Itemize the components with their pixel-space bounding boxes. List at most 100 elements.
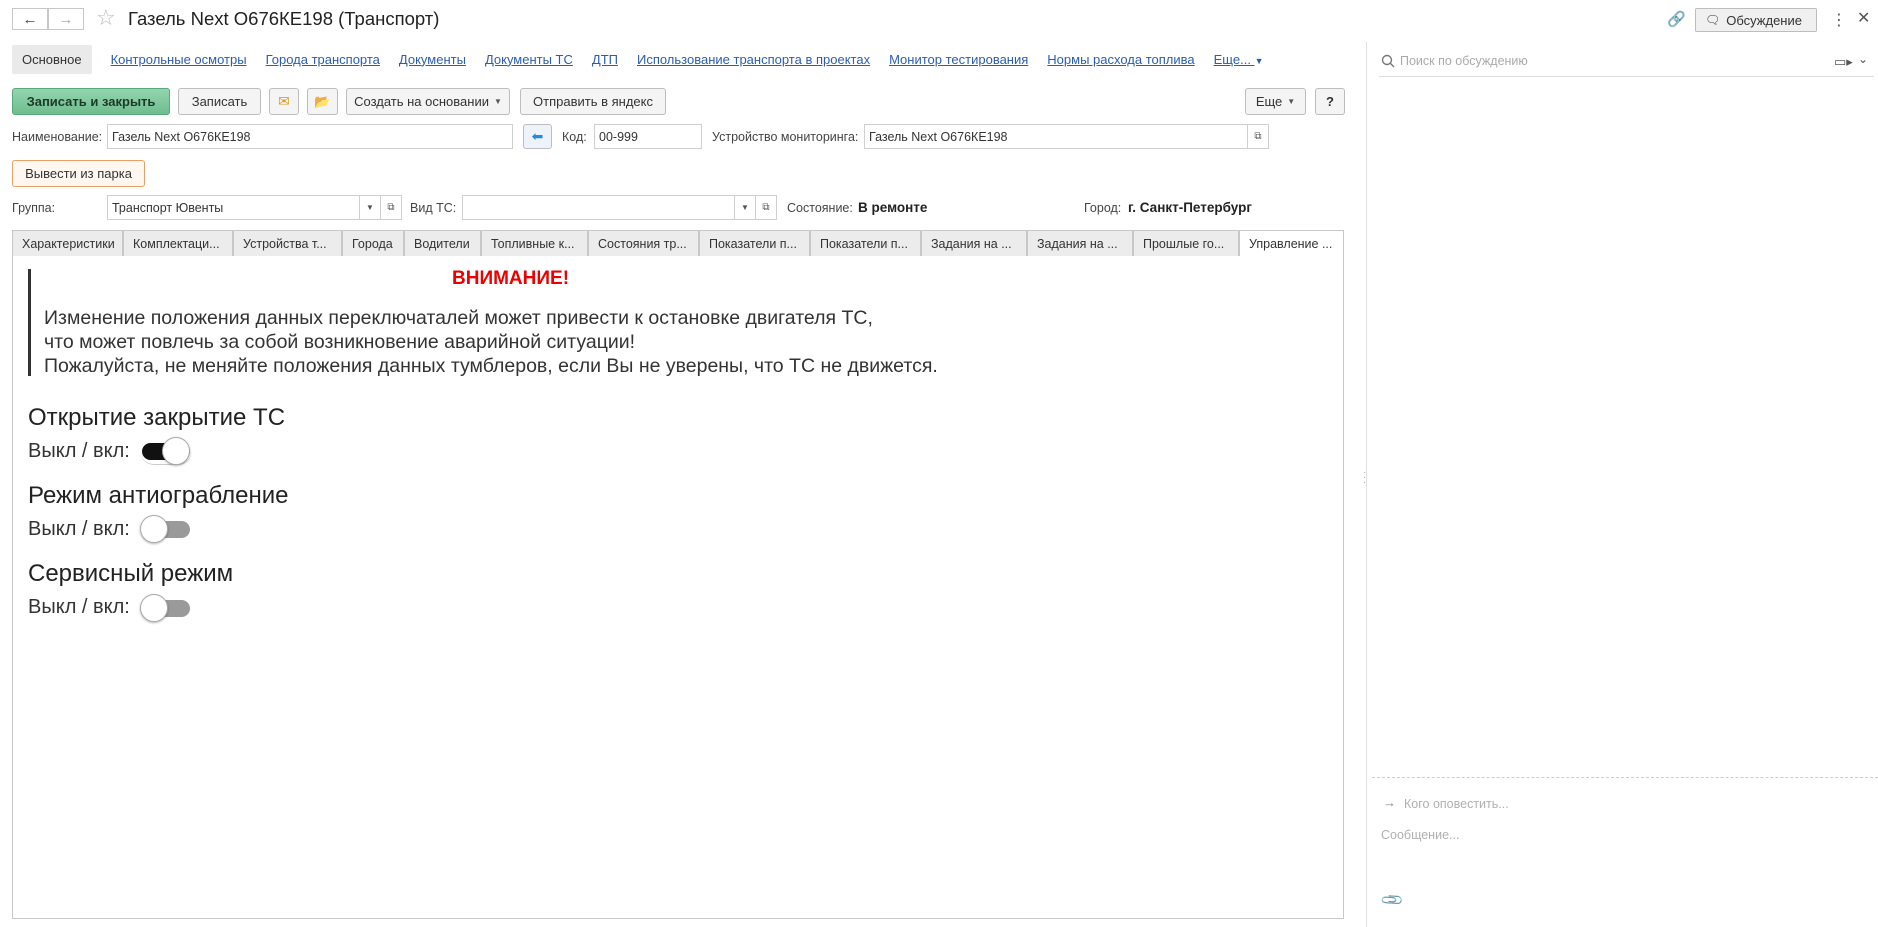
arrow-right-icon: → <box>1383 795 1396 810</box>
section-link[interactable]: Документы <box>399 52 466 67</box>
state-value: В ремонте <box>858 200 928 215</box>
name-label: Наименование: <box>12 130 103 144</box>
back-button[interactable]: ← <box>12 8 48 30</box>
device-field[interactable]: Газель Next О676КЕ198 <box>864 124 1248 149</box>
paperclip-icon[interactable]: 📎 <box>1379 887 1405 913</box>
type-field[interactable] <box>462 195 736 220</box>
tab-devices[interactable]: Устройства т... <box>233 230 342 257</box>
tab-bar: Характеристики Комплектаци... Устройства… <box>12 230 1344 257</box>
switch-label: Выкл / вкл: <box>28 596 130 618</box>
chevron-down-icon: ▼ <box>1287 97 1296 106</box>
tab-fuel-cards[interactable]: Топливные к... <box>481 230 588 257</box>
remove-from-park-button[interactable]: Вывести из парка <box>12 160 145 187</box>
chevron-down-icon: ▼ <box>366 203 374 212</box>
tab-tasks-1[interactable]: Задания на ... <box>921 230 1027 257</box>
toggle-knob <box>140 594 168 622</box>
send-yandex-button[interactable]: Отправить в яндекс <box>520 88 666 115</box>
create-based-label: Создать на основании <box>354 94 489 109</box>
section-link[interactable]: Документы ТС <box>485 52 573 67</box>
help-button[interactable]: ? <box>1315 88 1345 115</box>
video-icon[interactable]: ▭▸ <box>1834 54 1853 70</box>
warning-line: Пожалуйста, не меняйте положения данных … <box>44 355 938 377</box>
more-button[interactable]: Еще ▼ <box>1245 88 1306 115</box>
section-bar: Основное Контрольные осмотры Города тран… <box>12 44 1263 74</box>
toggle-open-close[interactable] <box>140 437 192 465</box>
tab-transport-states[interactable]: Состояния тр... <box>588 230 699 257</box>
vertical-dots-icon[interactable]: ⋮ <box>1831 10 1847 30</box>
chevron-down-icon: ▼ <box>493 97 502 106</box>
notify-input[interactable]: Кого оповестить... <box>1404 797 1509 811</box>
search-underline <box>1379 76 1874 77</box>
forward-button[interactable]: → <box>48 8 84 30</box>
state-label: Состояние: <box>787 201 853 215</box>
arrow-right-blue-icon: ⬅ <box>531 128 544 144</box>
tab-equipment[interactable]: Комплектаци... <box>123 230 233 257</box>
mail-button[interactable]: ✉ <box>269 88 299 115</box>
warning-line: Изменение положения данных переключатале… <box>44 307 873 329</box>
arrow-action-button[interactable]: ⬅ <box>523 124 552 149</box>
group-label: Группа: <box>12 201 56 215</box>
section-link[interactable]: Монитор тестирования <box>889 52 1028 67</box>
send-yandex-label: Отправить в яндекс <box>533 94 653 109</box>
warning-line: что может повлечь за собой возникновение… <box>44 331 636 353</box>
tab-cities[interactable]: Города <box>342 230 404 257</box>
close-icon[interactable]: ✕ <box>1857 8 1870 28</box>
section-more-link[interactable]: Еще... ▼ <box>1214 52 1264 67</box>
message-input[interactable]: Сообщение... <box>1381 828 1459 842</box>
save-close-button[interactable]: Записать и закрыть <box>12 88 170 115</box>
section-link[interactable]: Использование транспорта в проектах <box>637 52 870 67</box>
window-title: Газель Next О676КЕ198 (Транспорт) <box>128 8 440 29</box>
section-more-label: Еще... <box>1213 51 1251 67</box>
arrow-left-icon: ← <box>22 10 38 28</box>
tab-characteristics[interactable]: Характеристики <box>12 230 123 257</box>
city-value: г. Санкт-Петербург <box>1128 200 1252 215</box>
search-icon <box>1381 54 1395 68</box>
compose-divider <box>1372 777 1878 778</box>
save-button[interactable]: Записать <box>178 88 261 115</box>
section-main[interactable]: Основное <box>12 44 92 74</box>
code-label: Код: <box>562 130 587 144</box>
star-icon[interactable]: ☆ <box>96 5 116 31</box>
type-open-button[interactable]: ⧉ <box>755 195 777 220</box>
toggle-knob <box>162 437 190 465</box>
splitter-handle-icon[interactable]: · · · <box>1363 468 1366 488</box>
toggle-knob <box>140 515 168 543</box>
more-label: Еще <box>1255 94 1283 109</box>
name-field[interactable]: Газель Next О676КЕ198 <box>107 124 513 149</box>
tab-management[interactable]: Управление ... <box>1239 230 1344 257</box>
triangle-down-icon: ▼ <box>1254 55 1264 66</box>
open-window-icon: ⧉ <box>387 202 395 213</box>
link-icon[interactable]: 🔗 <box>1667 10 1686 28</box>
open-device-button[interactable]: ⧉ <box>1247 124 1269 149</box>
help-label: ? <box>1326 94 1334 109</box>
folder-button[interactable]: 📂 <box>307 88 338 115</box>
group-dropdown-button[interactable]: ▼ <box>359 195 381 220</box>
discussion-button[interactable]: 🗨 Обсуждение <box>1695 8 1817 32</box>
group-field[interactable]: Транспорт Ювенты <box>107 195 361 220</box>
code-field[interactable]: 00-999 <box>594 124 702 149</box>
create-based-button[interactable]: Создать на основании ▼ <box>346 88 510 115</box>
device-label: Устройство мониторинга: <box>712 130 859 144</box>
remove-from-park-label: Вывести из парка <box>25 166 132 181</box>
tab-drivers[interactable]: Водители <box>404 230 481 257</box>
discussion-search-input[interactable]: Поиск по обсуждению <box>1400 54 1528 68</box>
chevron-down-icon[interactable]: ⌄ <box>1858 52 1868 66</box>
tab-tasks-2[interactable]: Задания на ... <box>1027 230 1133 257</box>
toggle-anti-robbery[interactable] <box>140 515 192 543</box>
tab-indicators-2[interactable]: Показатели п... <box>810 230 921 257</box>
open-window-icon: ⧉ <box>762 202 770 213</box>
section-link[interactable]: Города транспорта <box>266 52 380 67</box>
tab-indicators-1[interactable]: Показатели п... <box>699 230 810 257</box>
type-dropdown-button[interactable]: ▼ <box>734 195 756 220</box>
section-link[interactable]: ДТП <box>592 52 618 67</box>
toggle-service[interactable] <box>140 594 192 622</box>
chevron-down-icon: ▼ <box>741 203 749 212</box>
warning-text: Изменение положения данных переключатале… <box>44 306 938 378</box>
group-open-button[interactable]: ⧉ <box>380 195 402 220</box>
save-close-label: Записать и закрыть <box>26 94 156 109</box>
warning-title: ВНИМАНИЕ! <box>452 268 570 289</box>
section-link[interactable]: Контрольные осмотры <box>111 52 247 67</box>
arrow-right-icon: → <box>58 10 74 28</box>
section-link[interactable]: Нормы расхода топлива <box>1047 52 1194 67</box>
tab-past-years[interactable]: Прошлые го... <box>1133 230 1239 257</box>
